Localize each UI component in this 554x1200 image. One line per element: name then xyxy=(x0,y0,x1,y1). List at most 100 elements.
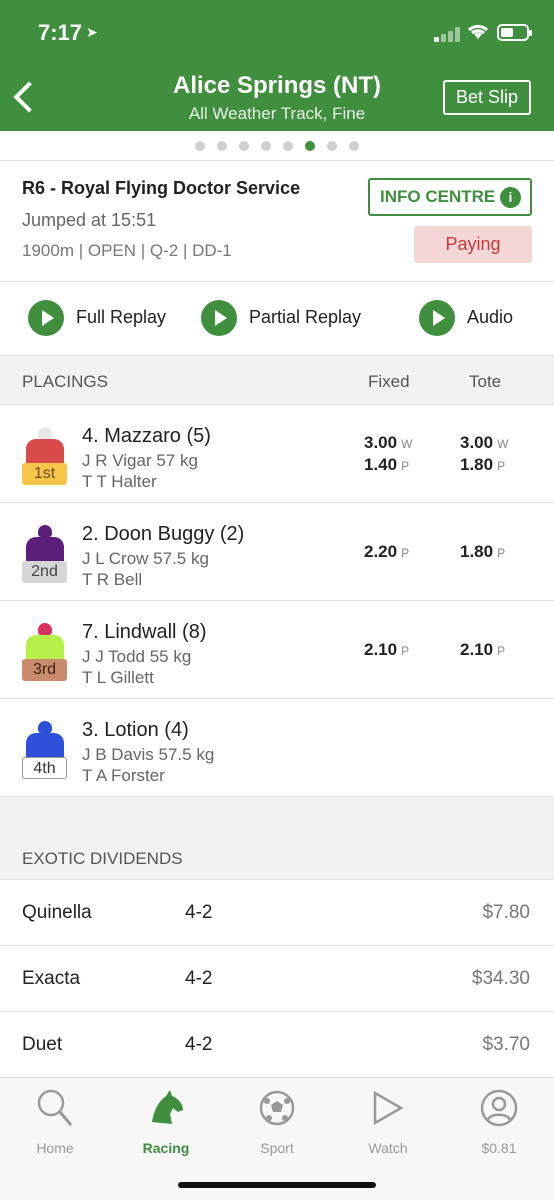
tab-sport-label: Sport xyxy=(260,1140,294,1156)
play-icon xyxy=(201,300,237,336)
horse-head-icon xyxy=(152,1090,183,1124)
pager-dot[interactable] xyxy=(239,141,249,151)
divider xyxy=(0,160,554,161)
tab-bar: Home Racing Sport Watch $0.81 xyxy=(0,1077,554,1200)
runner-row[interactable]: 2nd 2. Doon Buggy (2) J L Crow 57.5 kg T R … xyxy=(0,503,554,601)
tote-win-odds[interactable]: 3.00 W xyxy=(460,433,508,453)
play-icon xyxy=(28,300,64,336)
race-status-badge: Paying xyxy=(414,226,532,263)
exotic-combination: 4-2 xyxy=(185,968,213,989)
home-indicator xyxy=(178,1182,376,1188)
tote-place-value: 1.80 xyxy=(460,542,494,561)
place-marker: P xyxy=(401,644,410,658)
place-marker: P xyxy=(401,546,410,560)
tab-account[interactable]: $0.81 xyxy=(444,1086,554,1166)
place-marker: P xyxy=(497,644,506,658)
audio-label: Audio xyxy=(467,307,514,327)
tote-win-value: 3.00 xyxy=(460,433,494,452)
runner-jockey: J J Todd 55 kg xyxy=(82,647,192,666)
pager-dot[interactable] xyxy=(349,141,359,151)
place-marker: P xyxy=(497,459,506,473)
exotic-row: Duet 4-2 $3.70 xyxy=(0,1011,554,1077)
fixed-place-odds[interactable]: 1.40 P xyxy=(364,455,409,475)
bet-slip-button[interactable]: Bet Slip xyxy=(443,80,531,115)
silk-cap xyxy=(38,427,52,439)
placings-title: PLACINGS xyxy=(22,372,108,391)
wifi-icon xyxy=(466,22,490,45)
exotic-dividends-title: EXOTIC DIVIDENDS xyxy=(22,849,183,868)
race-name: R6 - Royal Flying Doctor Service xyxy=(22,178,301,198)
tote-place-value: 1.80 xyxy=(460,455,494,474)
exotic-name: Quinella xyxy=(22,902,92,923)
fixed-place-odds[interactable]: 2.20 P xyxy=(364,542,409,562)
tab-racing-label: Racing xyxy=(142,1140,190,1156)
jockey-silk-icon xyxy=(24,623,66,663)
info-centre-label: INFO CENTRE xyxy=(380,187,496,206)
fixed-win-odds[interactable]: 3.00 W xyxy=(364,433,412,453)
exotic-combination: 4-2 xyxy=(185,902,213,923)
race-details: 1900m | OPEN | Q-2 | DD-1 xyxy=(22,241,232,260)
runner-trainer: T R Bell xyxy=(82,570,143,589)
runner-row[interactable]: 4th 3. Lotion (4) J B Davis 57.5 kg T A For… xyxy=(0,699,554,797)
runner-jockey: J L Crow 57.5 kg xyxy=(82,549,209,568)
pager-dot[interactable] xyxy=(261,141,271,151)
silk-cap xyxy=(38,525,52,537)
jockey-silk-icon xyxy=(24,721,66,761)
pager-dot[interactable] xyxy=(217,141,227,151)
race-pager[interactable] xyxy=(0,138,554,154)
tote-place-value: 2.10 xyxy=(460,640,494,659)
runner-trainer: T L Gillett xyxy=(82,668,154,687)
soccer-ball-icon xyxy=(259,1090,295,1126)
pager-dot[interactable] xyxy=(327,141,337,151)
exotic-name: Exacta xyxy=(22,968,81,989)
fixed-column-header: Fixed xyxy=(368,372,410,391)
placings-header: PLACINGS Fixed Tote xyxy=(0,355,554,405)
tote-place-odds[interactable]: 1.80 P xyxy=(460,542,505,562)
win-marker: W xyxy=(401,437,413,451)
jockey-silk-icon xyxy=(24,525,66,565)
place-marker: P xyxy=(401,459,410,473)
location-arrow-icon: ➤ xyxy=(86,24,98,40)
exotic-combination: 4-2 xyxy=(185,1034,213,1055)
runner-name: 4. Mazzaro (5) xyxy=(82,425,211,447)
tab-racing[interactable]: Racing xyxy=(111,1086,221,1166)
pager-dot-active[interactable] xyxy=(305,141,315,151)
place-marker: P xyxy=(497,546,506,560)
runner-jockey: J B Davis 57.5 kg xyxy=(82,745,215,764)
win-marker: W xyxy=(497,437,509,451)
exotic-amount: $3.70 xyxy=(482,1034,530,1055)
fixed-place-value: 2.20 xyxy=(364,542,398,561)
silk-cap xyxy=(38,623,52,635)
partial-replay-label: Partial Replay xyxy=(249,307,362,327)
tab-watch[interactable]: Watch xyxy=(333,1086,443,1166)
tab-home[interactable]: Home xyxy=(0,1086,110,1166)
fixed-place-odds[interactable]: 2.10 P xyxy=(364,640,409,660)
tab-sport[interactable]: Sport xyxy=(222,1086,332,1166)
race-jumped-time: Jumped at 15:51 xyxy=(22,210,157,230)
place-badge: 3rd xyxy=(22,659,67,681)
status-time: 7:17 xyxy=(38,20,83,45)
tab-account-label: $0.81 xyxy=(481,1140,517,1156)
signal-icon xyxy=(434,26,460,42)
replay-bar: Full Replay Partial Replay Audio xyxy=(0,282,554,354)
runner-trainer: T T Halter xyxy=(82,472,157,491)
tote-place-odds[interactable]: 2.10 P xyxy=(460,640,505,660)
fixed-win-value: 3.00 xyxy=(364,433,398,452)
place-badge: 1st xyxy=(22,463,67,485)
battery-icon xyxy=(497,24,532,41)
exotic-row: Quinella 4-2 $7.80 xyxy=(0,879,554,945)
runner-row[interactable]: 1st 4. Mazzaro (5) J R Vigar 57 kg T T Halt… xyxy=(0,405,554,503)
runner-row[interactable]: 3rd 7. Lindwall (8) J J Todd 55 kg T L Gill… xyxy=(0,601,554,699)
exotic-row: Exacta 4-2 $34.30 xyxy=(0,945,554,1011)
magnifier-icon xyxy=(37,1089,73,1126)
pager-dot[interactable] xyxy=(195,141,205,151)
tote-column-header: Tote xyxy=(469,372,502,391)
play-icon xyxy=(373,1090,404,1126)
runner-name: 2. Doon Buggy (2) xyxy=(82,523,245,545)
info-centre-button[interactable]: INFO CENTRE i xyxy=(368,178,532,216)
info-icon: i xyxy=(500,187,521,208)
runner-jockey: J R Vigar 57 kg xyxy=(82,451,198,470)
tab-watch-label: Watch xyxy=(368,1140,408,1156)
pager-dot[interactable] xyxy=(283,141,293,151)
tote-place-odds[interactable]: 1.80 P xyxy=(460,455,505,475)
